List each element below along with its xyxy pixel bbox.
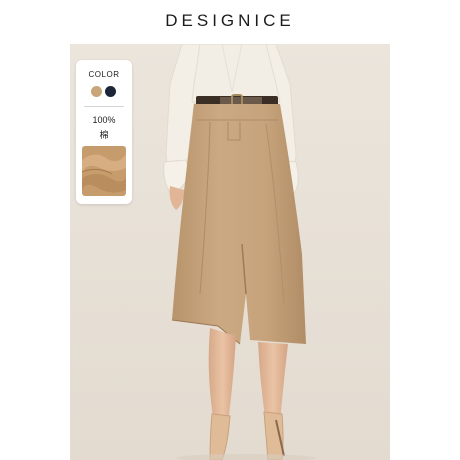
- badge-divider: [84, 106, 124, 107]
- material-percent: 100%: [92, 115, 116, 125]
- feature-badge: COLOR 100% 棉: [76, 60, 132, 204]
- material-name: 棉: [99, 130, 109, 140]
- brand-logo: DESIGNICE: [165, 11, 295, 30]
- swatch-khaki[interactable]: [91, 86, 102, 97]
- color-label: COLOR: [88, 70, 120, 79]
- fabric-swatch: [82, 146, 126, 196]
- swatch-navy[interactable]: [105, 86, 116, 97]
